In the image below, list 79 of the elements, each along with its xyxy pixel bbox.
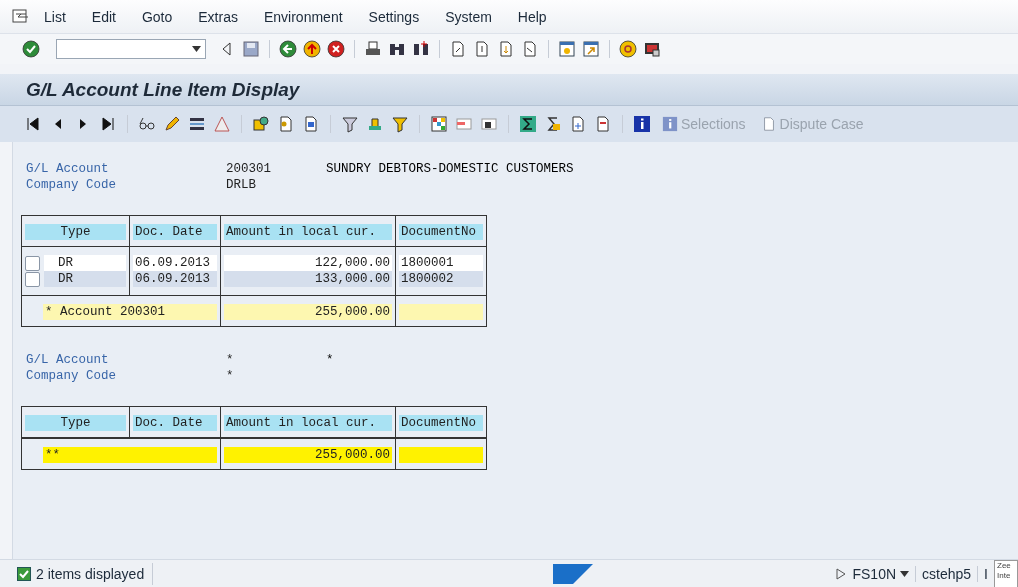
field-value: 200301	[226, 162, 272, 178]
table-cell: 06.09.2013	[133, 271, 217, 287]
screen-title: G/L Account Line Item Display	[26, 78, 300, 101]
field-value: DRLB	[226, 178, 257, 194]
back-icon[interactable]	[279, 40, 297, 58]
field-value: *	[226, 369, 235, 385]
columns-icon[interactable]	[188, 115, 206, 133]
menu-item[interactable]: Extras	[198, 8, 238, 25]
table-cell: DR	[44, 255, 126, 271]
menu-item[interactable]: Environment	[263, 8, 343, 25]
menu-icon[interactable]	[12, 8, 30, 25]
first-icon[interactable]	[24, 115, 42, 133]
total-label: **	[43, 447, 217, 463]
column-header: DocumentNo	[399, 224, 483, 240]
filter-icon[interactable]	[391, 115, 409, 133]
menu-item[interactable]: System	[445, 8, 492, 25]
exit-icon[interactable]	[303, 40, 321, 58]
field-description: SUNDRY DEBTORS-DOMESTIC CUSTOMERS	[326, 162, 574, 178]
remove-document-icon[interactable]	[594, 115, 612, 133]
table-icon[interactable]	[480, 115, 498, 133]
save-icon[interactable]	[242, 40, 260, 58]
column-header: Doc. Date	[133, 415, 217, 431]
info-icon	[662, 116, 678, 132]
table-cell: 133,000.00	[224, 271, 392, 287]
grid-icon[interactable]	[430, 115, 448, 133]
sum-icon[interactable]	[519, 115, 537, 133]
checkbox[interactable]	[25, 255, 40, 271]
glasses-icon[interactable]	[138, 115, 156, 133]
status-field: I	[984, 565, 988, 582]
field-description: *	[326, 353, 334, 369]
column-header: Amount in local cur.	[224, 224, 392, 240]
menu-item[interactable]: Edit	[91, 8, 116, 25]
status-message: 2 items displayed	[36, 565, 145, 582]
server-name: cstehp5	[922, 565, 979, 582]
dropdown-icon[interactable]	[192, 46, 201, 52]
filter-icon[interactable]	[341, 115, 359, 133]
tooltip: Zee Inte	[994, 559, 1018, 587]
cancel-icon[interactable]	[327, 40, 345, 58]
shortcut-icon[interactable]	[582, 40, 600, 58]
field-value: *	[226, 353, 235, 369]
documents-icon[interactable]	[252, 115, 270, 133]
last-icon[interactable]	[99, 115, 117, 133]
column-header: Type	[25, 415, 126, 431]
field-label: Company Code	[26, 178, 117, 194]
sap-logo	[553, 563, 594, 584]
command-field[interactable]	[56, 39, 206, 59]
column-header: Amount in local cur.	[224, 415, 392, 431]
menu-item[interactable]: Goto	[141, 8, 173, 25]
table-cell: 1800002	[399, 271, 483, 287]
total-amount: 255,000.00	[224, 304, 392, 320]
menu-item[interactable]: List	[44, 8, 66, 25]
print-icon[interactable]	[364, 40, 382, 58]
table-cell: 1800001	[399, 255, 483, 271]
table-cell: DR	[44, 271, 126, 287]
layout-icon[interactable]	[643, 40, 661, 58]
table-cell: 06.09.2013	[133, 255, 217, 271]
success-icon	[17, 566, 31, 581]
info-icon[interactable]	[633, 115, 651, 133]
document-icon[interactable]	[302, 115, 320, 133]
menu-item[interactable]: Help	[517, 8, 547, 25]
pencil-icon[interactable]	[163, 115, 181, 133]
menu-item[interactable]: Settings	[368, 8, 420, 25]
add-document-icon[interactable]	[569, 115, 587, 133]
field-label: G/L Account	[26, 162, 110, 178]
expand-icon[interactable]	[836, 567, 847, 580]
column-header: Type	[25, 224, 126, 240]
column-header: DocumentNo	[399, 415, 483, 431]
field-label: G/L Account	[26, 353, 110, 369]
dropdown-icon[interactable]	[900, 570, 910, 577]
new-session-icon[interactable]	[558, 40, 576, 58]
warning-icon[interactable]	[213, 115, 231, 133]
transaction-field[interactable]: FS10N	[852, 565, 917, 582]
checkbox[interactable]	[25, 271, 40, 287]
field-label: Company Code	[26, 369, 117, 385]
total-label: * Account 200301	[43, 304, 217, 320]
total-amount: 255,000.00	[224, 447, 392, 463]
enter-icon[interactable]	[22, 40, 40, 58]
table-cell: 122,000.00	[224, 255, 392, 271]
column-header: Doc. Date	[133, 224, 217, 240]
